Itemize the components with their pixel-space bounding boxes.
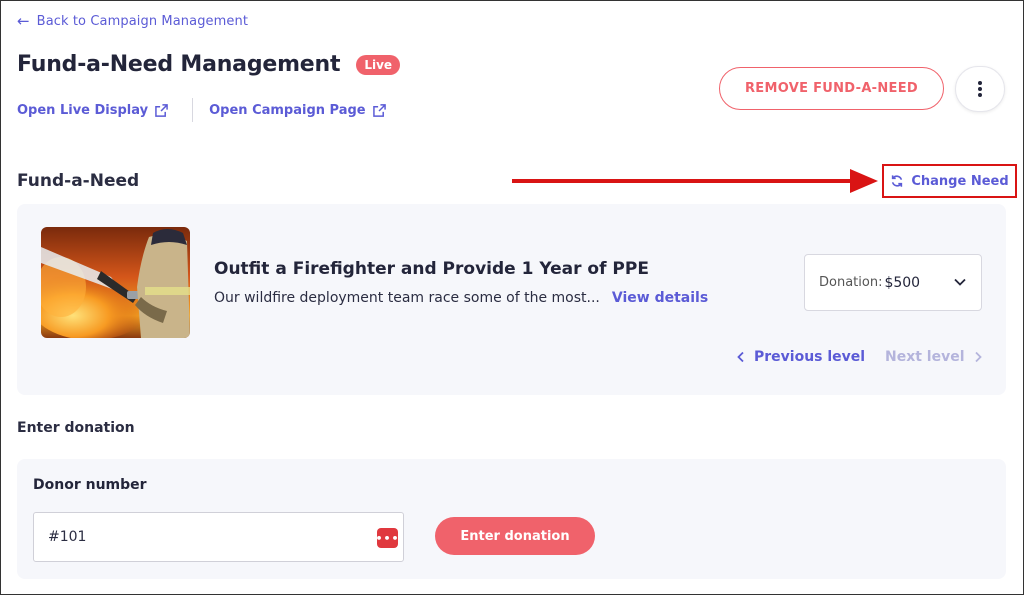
open-campaign-page-link[interactable]: Open Campaign Page — [209, 103, 386, 118]
page-title: Fund-a-Need Management — [17, 52, 341, 77]
donation-select-value: $500 — [884, 274, 921, 291]
view-details-link[interactable]: View details — [612, 290, 708, 306]
external-link-icon — [372, 103, 386, 117]
open-live-display-link[interactable]: Open Live Display — [17, 103, 168, 118]
previous-level-label: Previous level — [754, 349, 866, 365]
enter-donation-button[interactable]: Enter donation — [435, 517, 595, 555]
kebab-menu-icon — [978, 81, 982, 97]
title-row: Fund-a-Need Management Live — [17, 52, 401, 77]
donor-number-value: #101 — [48, 529, 87, 545]
remove-fund-a-need-button[interactable]: REMOVE FUND-A-NEED — [719, 67, 944, 110]
donor-number-label: Donor number — [33, 477, 147, 493]
annotation-arrow — [512, 169, 878, 193]
arrow-left-icon: ← — [17, 12, 30, 30]
refresh-icon — [892, 175, 903, 187]
firefighter-image — [41, 227, 190, 338]
back-link[interactable]: ← Back to Campaign Management — [17, 12, 249, 30]
need-card: Outfit a Firefighter and Provide 1 Year … — [17, 204, 1006, 395]
status-badge: Live — [356, 54, 401, 75]
chevron-right-icon — [974, 351, 982, 363]
next-level-label: Next level — [885, 349, 965, 365]
chevron-left-icon — [737, 351, 744, 363]
back-link-label: Back to Campaign Management — [36, 14, 249, 29]
donation-level-select[interactable]: Donation: $500 — [804, 254, 982, 311]
previous-level-button[interactable]: Previous level — [736, 349, 865, 365]
donor-card: Donor number #101 ••• Enter donation — [17, 459, 1006, 579]
external-links: Open Live Display Open Campaign Page — [17, 98, 386, 122]
donation-select-label: Donation: — [819, 275, 883, 290]
chevron-down-icon — [954, 278, 966, 286]
need-description: Our wildfire deployment team race some o… — [214, 290, 600, 306]
enter-donation-heading: Enter donation — [17, 420, 135, 436]
open-campaign-page-label: Open Campaign Page — [209, 102, 366, 118]
change-need-button[interactable]: Change Need — [882, 164, 1017, 198]
need-title: Outfit a Firefighter and Provide 1 Year … — [214, 259, 649, 279]
open-live-display-label: Open Live Display — [17, 102, 149, 118]
password-manager-icon[interactable]: ••• — [375, 528, 399, 548]
fund-a-need-heading: Fund-a-Need — [17, 171, 140, 191]
external-link-icon — [155, 103, 168, 117]
link-divider — [192, 98, 194, 122]
change-need-label: Change Need — [911, 173, 1009, 189]
need-description-row: Our wildfire deployment team race some o… — [214, 290, 708, 306]
donor-number-input[interactable]: #101 ••• — [33, 512, 404, 562]
next-level-button[interactable]: Next level — [885, 349, 983, 365]
more-options-button[interactable] — [955, 66, 1005, 112]
